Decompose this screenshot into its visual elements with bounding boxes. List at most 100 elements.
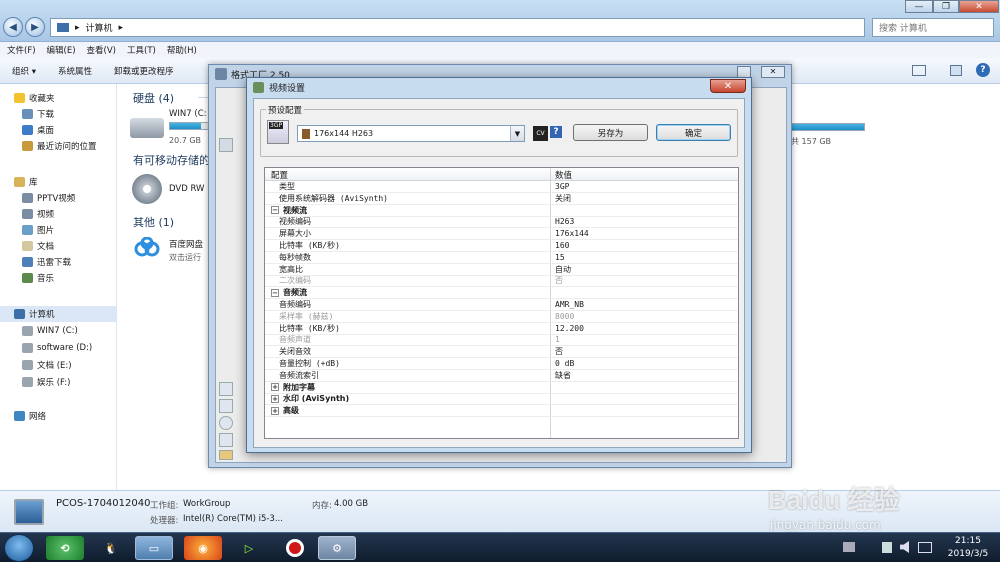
dvd-drive-label[interactable]: DVD RW [169,184,204,194]
tray-keyboard-icon[interactable] [843,542,855,552]
sidebar-favorites[interactable]: 收藏夹 [0,90,117,106]
sidebar-libraries[interactable]: 库 [0,174,117,190]
minimize-button[interactable]: — [905,0,933,13]
group-hard-disks[interactable]: 硬盘 (4) [133,90,174,106]
table-row[interactable]: 二次编码否 [265,275,738,288]
help-icon[interactable]: ? [976,63,990,77]
table-group-row[interactable]: − 视频流 [265,205,738,217]
table-row[interactable]: 宽高比 自动 [265,264,738,276]
organize-button[interactable]: 组织 ▾ [12,65,36,77]
save-as-button[interactable]: 另存为 [573,124,648,141]
sidebar-item-desktop[interactable]: 桌面 [0,122,117,138]
collapse-icon[interactable]: − [271,288,279,297]
sidebar-item-videos[interactable]: 视频 [0,206,117,222]
sidebar-item-pptv[interactable]: PPTV视频 [0,190,117,206]
menu-tools[interactable]: 工具(T) [127,44,156,56]
preview-pane-icon[interactable] [950,65,962,76]
expand-icon[interactable]: + [271,406,279,415]
group-removable[interactable]: 有可移动存储的 [133,152,210,168]
help-icon[interactable]: ? [550,126,562,138]
table-row[interactable]: 音量控制 (+dB) 0 dB [265,358,738,370]
view-options-icon[interactable] [912,65,926,76]
forward-button[interactable]: ▶ [25,17,45,37]
table-row[interactable]: 使用系统解码器 (AviSynth) 关闭 [265,193,738,205]
taskbar-player-icon[interactable]: ▷ [230,536,268,560]
tray-network-icon[interactable] [918,542,932,553]
table-row[interactable]: 音频流索引 缺省 [265,370,738,382]
chevron-down-icon[interactable]: ▼ [510,126,524,141]
taskbar-record-icon[interactable] [276,536,314,560]
table-group-row[interactable]: + 水印 (AviSynth) [265,393,738,406]
codec-tool-icon[interactable]: CV [533,126,548,141]
table-row[interactable]: 比特率 (KB/秒) 160 [265,240,738,252]
menu-edit[interactable]: 编辑(E) [47,44,76,56]
table-row[interactable]: 关闭音效否 [265,346,738,359]
sidebar-item-drive-d[interactable]: software (D:) [0,340,117,356]
table-group-row[interactable]: − 音频流 [265,287,738,300]
table-row[interactable]: 视频编码 H263 [265,216,738,229]
sidebar-item-recent[interactable]: 最近访问的位置 [0,138,117,154]
table-group-row[interactable]: + 高级 [265,405,738,418]
tray-flag-icon[interactable] [882,542,892,553]
header-name[interactable]: 配置 [271,169,288,181]
utility-tool-icon[interactable] [219,433,233,447]
table-row[interactable]: 音频编码 AMR_NB [265,299,738,311]
uninstall-program-button[interactable]: 卸载或更改程序 [114,65,174,77]
table-row[interactable]: 采样率 (赫兹) 8000 [265,311,738,323]
taskbar-explorer-icon[interactable]: ▭ [135,536,173,560]
dialog-close-button[interactable]: ✕ [710,79,746,93]
table-row[interactable]: 每秒帧数 15 [265,252,738,264]
drive-c-icon[interactable] [130,118,164,138]
sidebar-item-thunder[interactable]: 迅雷下载 [0,254,117,270]
sidebar-item-documents[interactable]: 文档 [0,238,117,254]
baidu-netdisk-icon[interactable] [134,236,160,257]
search-input[interactable]: 搜索 计算机 [872,18,994,37]
taskbar-qq-icon[interactable]: 🐧 [92,536,130,560]
sidebar-item-music[interactable]: 音乐 [0,270,117,286]
drive-c-name[interactable]: WIN7 (C: [169,109,207,119]
folder-icon[interactable] [219,450,233,460]
collapse-icon[interactable]: − [271,206,279,215]
taskbar-firefox-icon[interactable]: ◉ [184,536,222,560]
app-close-button[interactable]: ✕ [761,66,785,78]
maximize-button[interactable]: ❐ [933,0,959,13]
sidebar-item-pictures[interactable]: 图片 [0,222,117,238]
address-bar[interactable]: ▸ 计算机 ▸ [50,18,865,37]
menu-file[interactable]: 文件(F) [7,44,36,56]
expand-icon[interactable]: + [271,394,279,403]
start-button[interactable] [4,534,34,562]
group-other[interactable]: 其他 (1) [133,214,174,230]
sidebar-computer[interactable]: 计算机 [0,306,117,322]
taskbar-format-factory-icon[interactable]: ⚙ [318,536,356,560]
expand-icon[interactable]: + [271,383,279,392]
audio-tool-icon[interactable] [219,382,233,396]
disc-tool-icon[interactable] [219,416,233,430]
system-properties-button[interactable]: 系统属性 [58,65,92,77]
sidebar-item-downloads[interactable]: 下载 [0,106,117,122]
table-row[interactable]: 屏幕大小 176x144 [265,228,738,241]
preset-select[interactable]: 176x144 H263 ▼ [297,125,525,142]
sidebar-item-drive-f[interactable]: 娱乐 (F:) [0,374,117,390]
dvd-drive-icon[interactable] [132,174,162,204]
sidebar-item-drive-e[interactable]: 文档 (E:) [0,357,117,373]
taskbar-360-icon[interactable]: ⟲ [46,536,84,560]
table-row[interactable]: 类型 3GP [265,181,738,193]
table-row[interactable]: 音频声道 1 [265,334,738,347]
table-group-row[interactable]: + 附加字幕 [265,382,738,394]
sidebar-item-drive-c[interactable]: WIN7 (C:) [0,323,117,339]
clock-date[interactable]: 2019/3/5 [940,549,996,559]
app-side-tool-icon[interactable] [219,138,233,152]
image-tool-icon[interactable] [219,399,233,413]
row-name-text: 音频编码 [279,300,311,309]
breadcrumb-computer[interactable]: 计算机 [86,21,113,34]
close-window-button[interactable]: ✕ [959,0,999,13]
menu-view[interactable]: 查看(V) [87,44,116,56]
table-row[interactable]: 比特率 (KB/秒) 12.200 [265,323,738,335]
ok-button[interactable]: 确定 [656,124,731,141]
back-button[interactable]: ◀ [3,17,23,37]
tray-volume-icon[interactable] [900,541,909,553]
sidebar-network[interactable]: 网络 [0,408,117,424]
header-value[interactable]: 数值 [555,169,572,181]
baidu-netdisk-name[interactable]: 百度网盘 [169,238,203,250]
menu-help[interactable]: 帮助(H) [167,44,197,56]
